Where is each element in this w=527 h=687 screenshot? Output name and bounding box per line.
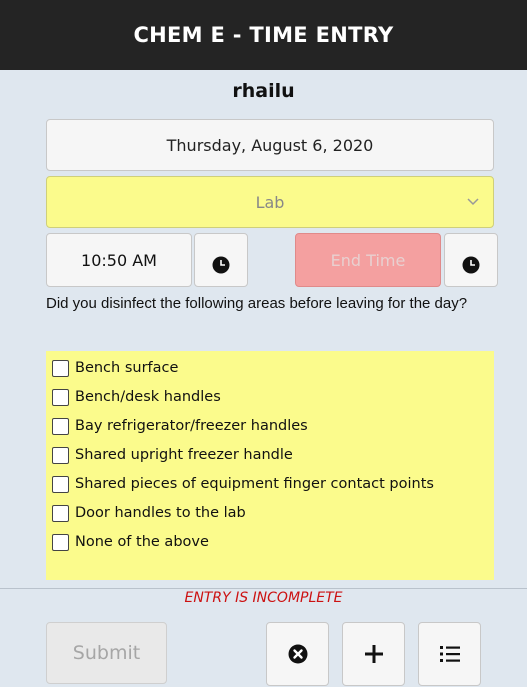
list-entries-button[interactable]: [418, 622, 481, 686]
end-time-picker-button[interactable]: [444, 233, 498, 287]
clock-icon: [462, 256, 480, 274]
checklist-item[interactable]: Bay refrigerator/freezer handles: [52, 415, 308, 437]
start-time-picker-button[interactable]: [194, 233, 248, 287]
checkbox[interactable]: [52, 388, 69, 406]
footer-divider: [0, 588, 527, 589]
checklist-item-label: Bench surface: [75, 360, 179, 376]
end-time-placeholder: End Time: [330, 250, 406, 270]
username: rhailu: [232, 80, 295, 102]
checklist-item[interactable]: Door handles to the lab: [52, 502, 246, 524]
clear-icon: [288, 644, 307, 664]
checkbox[interactable]: [52, 504, 69, 522]
checklist-item-label: Shared pieces of equipment finger contac…: [75, 476, 434, 492]
checkbox[interactable]: [52, 533, 69, 551]
end-time-field[interactable]: End Time: [295, 233, 441, 287]
clock-icon: [212, 256, 230, 274]
checklist-item-label: None of the above: [75, 534, 209, 550]
checklist-item[interactable]: Bench surface: [52, 357, 178, 379]
disinfection-question: Did you disinfect the following areas be…: [46, 295, 468, 312]
chevron-down-icon: [467, 198, 479, 206]
checklist-item-label: Bay refrigerator/freezer handles: [75, 418, 308, 434]
checklist-item-label: Door handles to the lab: [75, 505, 246, 521]
app-header: CHEM E - TIME ENTRY: [0, 0, 527, 70]
date-value: Thursday, August 6, 2020: [166, 135, 374, 155]
start-time-field[interactable]: 10:50 AM: [46, 233, 192, 287]
plus-icon: [364, 645, 383, 663]
category-select[interactable]: Lab: [46, 176, 494, 228]
app-title: CHEM E - TIME ENTRY: [133, 23, 394, 47]
clear-button[interactable]: [266, 622, 329, 686]
submit-button[interactable]: Submit: [46, 622, 167, 684]
checklist-item[interactable]: None of the above: [52, 531, 209, 553]
status-message: ENTRY IS INCOMPLETE: [184, 590, 343, 606]
checkbox[interactable]: [52, 417, 69, 435]
checklist-item[interactable]: Shared pieces of equipment finger contac…: [52, 473, 434, 495]
checklist-item[interactable]: Shared upright freezer handle: [52, 444, 293, 466]
start-time-value: 10:50 AM: [81, 250, 157, 270]
add-entry-button[interactable]: [342, 622, 405, 686]
disinfection-checklist: Bench surface Bench/desk handles Bay ref…: [46, 351, 494, 580]
checkbox[interactable]: [52, 446, 69, 464]
checklist-item[interactable]: Bench/desk handles: [52, 386, 221, 408]
date-field[interactable]: Thursday, August 6, 2020: [46, 119, 494, 171]
submit-label: Submit: [72, 642, 141, 664]
checkbox[interactable]: [52, 475, 69, 493]
checklist-item-label: Bench/desk handles: [75, 389, 221, 405]
list-icon: [439, 646, 460, 662]
checkbox[interactable]: [52, 359, 69, 377]
checklist-item-label: Shared upright freezer handle: [75, 447, 293, 463]
category-value: Lab: [255, 192, 285, 212]
